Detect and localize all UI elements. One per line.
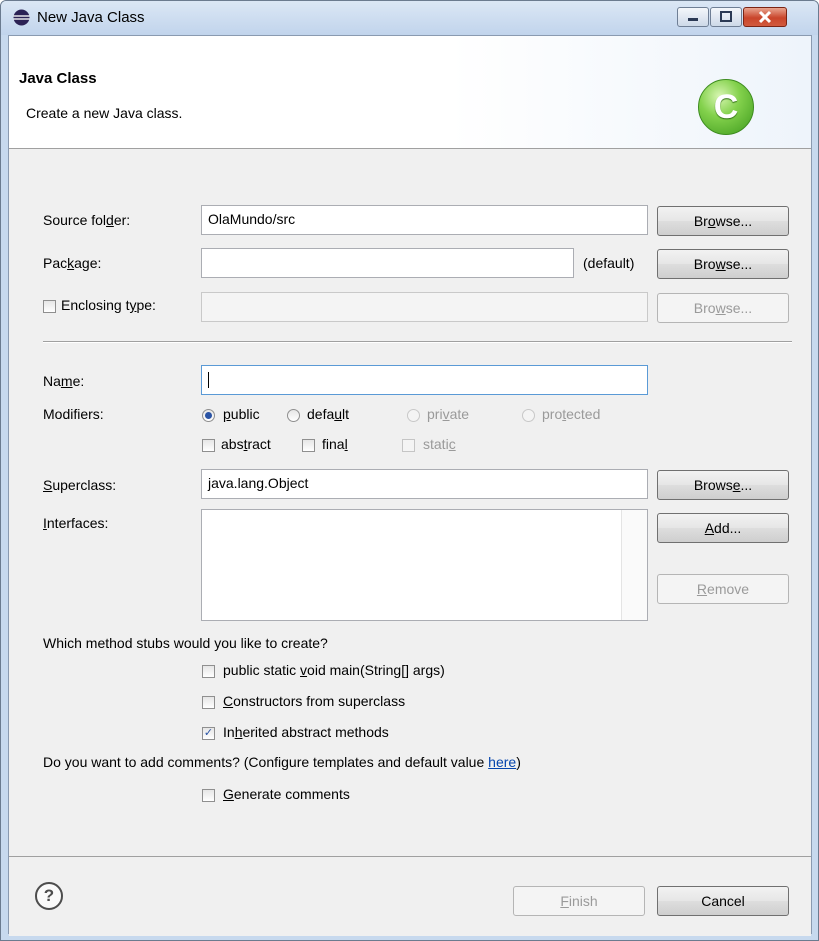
comments-question: Do you want to add comments? (Configure … bbox=[43, 754, 521, 770]
interfaces-scrollbar[interactable] bbox=[621, 510, 647, 620]
source-folder-browse-button[interactable]: Br o wse... bbox=[657, 206, 789, 236]
maximize-button[interactable] bbox=[710, 7, 742, 27]
superclass-browse-button[interactable]: Brows e... bbox=[657, 470, 789, 500]
eclipse-icon bbox=[13, 9, 30, 26]
stub-main-checkbox[interactable] bbox=[202, 665, 215, 678]
modifier-final-label: final bbox=[322, 436, 348, 452]
modifier-abstract-checkbox[interactable] bbox=[202, 439, 215, 452]
wizard-body: Source folder: OlaMundo/src Br o wse... Pa… bbox=[9, 149, 811, 856]
minimize-icon bbox=[688, 18, 698, 21]
java-class-icon: C bbox=[698, 79, 754, 135]
package-input[interactable] bbox=[201, 248, 574, 278]
generate-comments-label: Generate comments bbox=[223, 786, 350, 802]
interfaces-list[interactable] bbox=[201, 509, 648, 621]
modifier-default-radio[interactable] bbox=[287, 409, 300, 422]
modifier-private-radio[interactable] bbox=[407, 409, 420, 422]
modifiers-label: Modifiers: bbox=[43, 406, 104, 422]
wizard-banner: Java Class Create a new Java class. C bbox=[9, 36, 811, 149]
remove-interface-button[interactable]: Remove bbox=[657, 574, 789, 604]
dialog-window: New Java Class Java Class Create a new J… bbox=[0, 0, 819, 941]
modifier-default-label: default bbox=[307, 406, 350, 422]
cancel-button[interactable]: Cancel bbox=[657, 886, 789, 916]
enclosing-type-browse-button[interactable]: Bro w se... bbox=[657, 293, 789, 323]
stub-constructors-checkbox[interactable] bbox=[202, 696, 215, 709]
stub-constructors-label: Constructors from superclass bbox=[223, 693, 406, 709]
stub-inherited-label: Inherited abstract methods bbox=[223, 724, 389, 740]
modifier-public-radio[interactable] bbox=[202, 409, 215, 422]
modifier-final-checkbox[interactable] bbox=[302, 439, 315, 452]
title-bar[interactable]: New Java Class bbox=[1, 1, 818, 35]
help-icon[interactable]: ? bbox=[35, 882, 63, 910]
text-cursor bbox=[208, 372, 209, 389]
finish-button[interactable]: Finish bbox=[513, 886, 645, 916]
separator bbox=[43, 341, 792, 343]
modifier-protected-label: protected bbox=[542, 406, 601, 422]
enclosing-type-checkbox[interactable] bbox=[43, 300, 56, 313]
stub-main-label: public static void main(String[] args) bbox=[223, 662, 445, 678]
modifier-private-label: private bbox=[427, 406, 470, 422]
package-browse-button[interactable]: Bro w se... bbox=[657, 249, 789, 279]
close-button[interactable] bbox=[743, 7, 787, 27]
banner-title: Java Class bbox=[19, 70, 97, 87]
package-default-hint: (default) bbox=[583, 255, 635, 271]
banner-description: Create a new Java class. bbox=[26, 105, 183, 121]
window-title: New Java Class bbox=[37, 9, 145, 26]
superclass-input[interactable]: java.lang.Object bbox=[201, 469, 648, 499]
modifier-protected-radio[interactable] bbox=[522, 409, 535, 422]
enclosing-type-input[interactable] bbox=[201, 292, 648, 322]
superclass-label: Superclass: bbox=[43, 477, 117, 493]
stub-inherited-checkbox[interactable]: ✓ bbox=[202, 727, 215, 740]
package-label: Package: bbox=[43, 255, 102, 271]
interfaces-label: Interfaces: bbox=[43, 515, 109, 531]
minimize-button[interactable] bbox=[677, 7, 709, 27]
modifier-public-label: public bbox=[223, 406, 260, 422]
name-input[interactable] bbox=[201, 365, 648, 395]
method-stubs-question: Which method stubs would you like to cre… bbox=[43, 635, 328, 651]
generate-comments-checkbox[interactable] bbox=[202, 789, 215, 802]
modifier-static-checkbox[interactable] bbox=[402, 439, 415, 452]
enclosing-type-label: Enclosing type: bbox=[61, 297, 156, 313]
configure-templates-link[interactable]: here bbox=[488, 754, 516, 770]
dialog-client-area: Java Class Create a new Java class. C So… bbox=[8, 35, 812, 936]
maximize-icon bbox=[720, 11, 732, 22]
name-label: Name: bbox=[43, 373, 85, 389]
add-interface-button[interactable]: Add... bbox=[657, 513, 789, 543]
source-folder-input[interactable]: OlaMundo/src bbox=[201, 205, 648, 235]
source-folder-label: Source folder: bbox=[43, 212, 131, 228]
modifier-abstract-label: abstract bbox=[221, 436, 271, 452]
close-icon bbox=[758, 10, 772, 24]
modifier-static-label: static bbox=[423, 436, 456, 452]
dialog-footer: ? Finish Cancel bbox=[9, 856, 811, 936]
